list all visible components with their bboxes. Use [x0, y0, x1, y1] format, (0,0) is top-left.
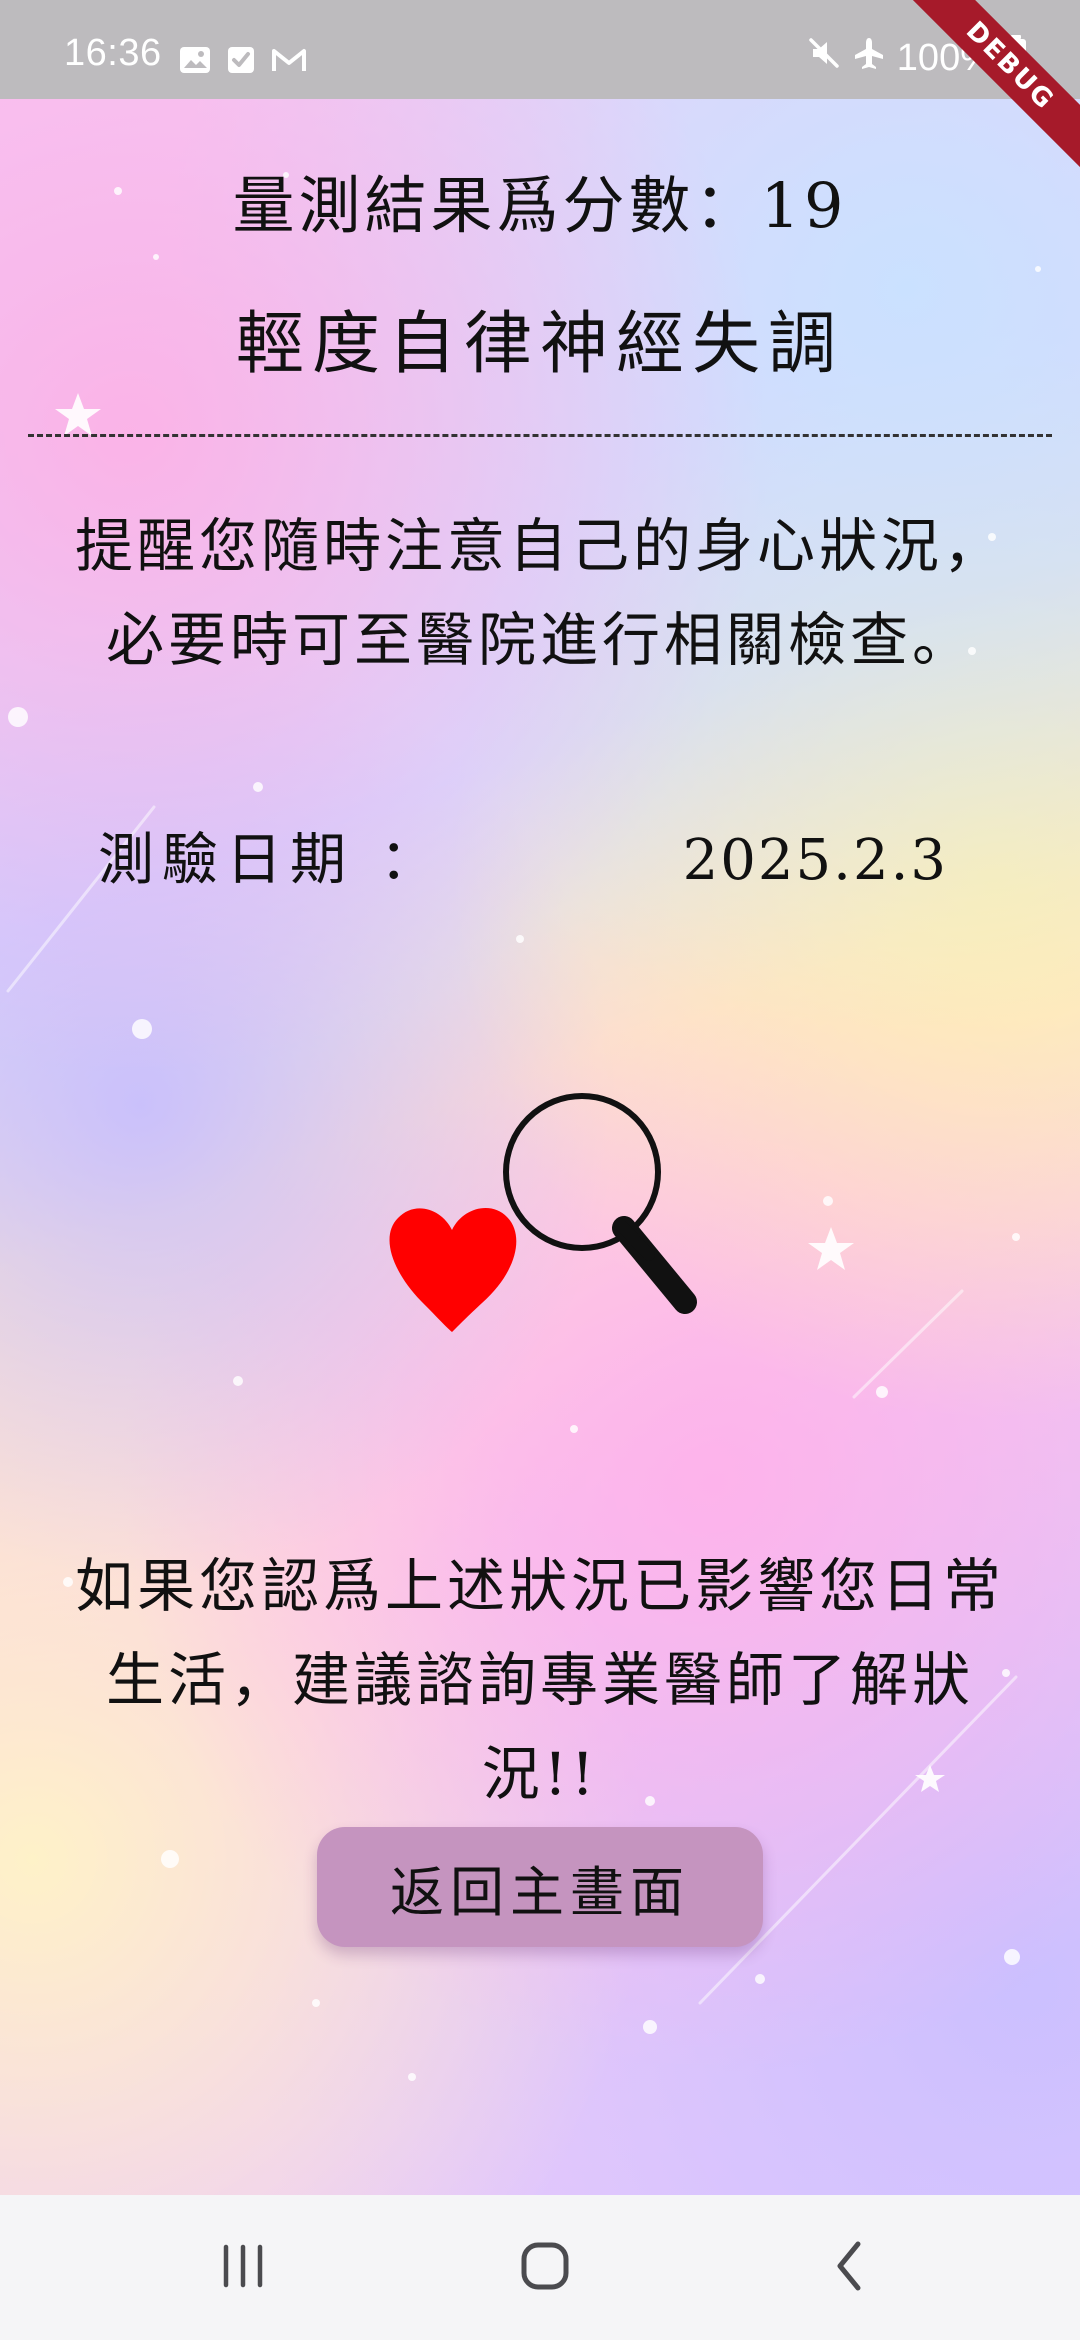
mail-icon	[270, 45, 308, 80]
health-reminder-text: 提醒您隨時注意自己的身心狀況，必要時可至醫院進行相關檢查。	[74, 512, 1005, 674]
system-navigation-bar	[0, 2195, 1080, 2340]
dashed-divider	[28, 434, 1052, 437]
score-result-title: 量測結果爲分數：19	[232, 169, 848, 242]
heart-icon	[389, 1208, 517, 1332]
recent-apps-button[interactable]	[173, 2195, 313, 2340]
health-check-illustration	[380, 1064, 720, 1444]
magnifying-glass-icon	[503, 1093, 697, 1314]
test-date-row: 測驗日期 ： 2025.2.3	[98, 821, 978, 901]
result-level-title: 輕度自律神經失調	[235, 305, 844, 384]
status-bar: 16:36 100%	[0, 0, 1080, 99]
check-icon	[226, 45, 256, 80]
back-icon	[828, 2237, 872, 2299]
status-time: 16:36	[64, 32, 162, 74]
mute-icon	[807, 36, 841, 80]
airplane-mode-icon	[851, 35, 887, 81]
back-button[interactable]	[780, 2195, 920, 2340]
test-date-label: 測驗日期 ：	[98, 828, 444, 893]
image-icon	[178, 45, 212, 80]
recent-apps-icon	[216, 2242, 270, 2294]
test-date-value: 2025.2.3	[682, 828, 948, 893]
home-icon	[519, 2240, 571, 2296]
result-screen: 量測結果爲分數：19 輕度自律神經失調 提醒您隨時注意自己的身心狀況，必要時可至…	[0, 99, 1080, 2195]
status-left-icons	[178, 45, 308, 80]
home-button[interactable]	[475, 2195, 615, 2340]
back-to-home-button[interactable]: 返回主畫面	[317, 1827, 763, 1947]
medical-advice-text: 如果您認爲上述狀況已影響您日常生活，建議諮詢專業醫師了解狀況!!	[74, 1552, 1005, 1808]
